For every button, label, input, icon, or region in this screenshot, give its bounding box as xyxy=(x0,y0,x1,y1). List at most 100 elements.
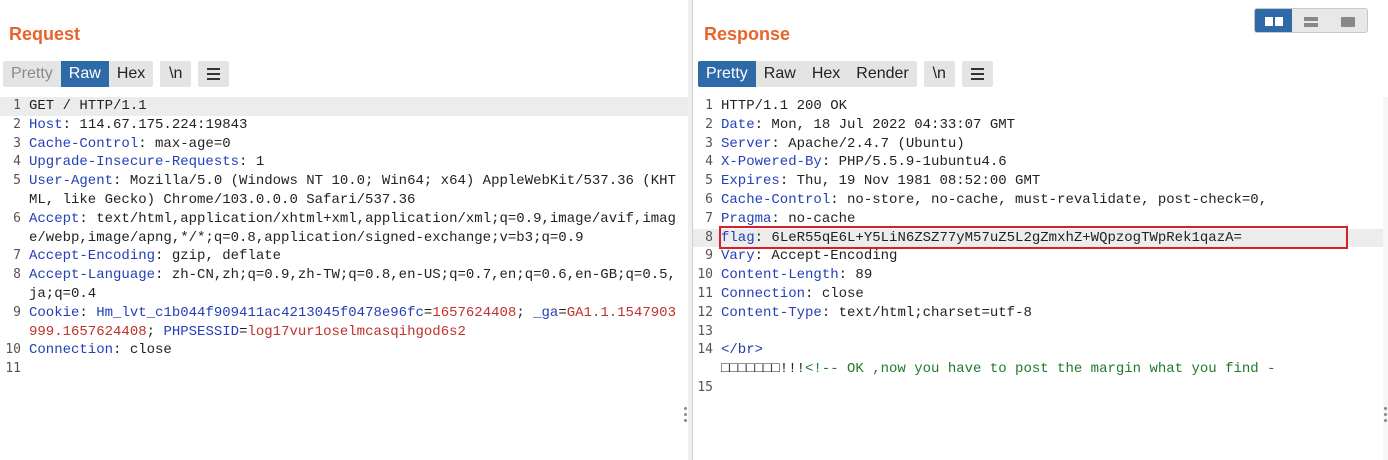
line-content[interactable] xyxy=(26,360,688,379)
line-content[interactable]: Cache-Control: max-age=0 xyxy=(26,135,688,154)
line-content[interactable]: </br> □□□□□□□!!!<!-- OK ,now you have to… xyxy=(718,341,1388,379)
line-content[interactable]: User-Agent: Mozilla/5.0 (Windows NT 10.0… xyxy=(26,172,688,210)
header-name: Cache-Control xyxy=(721,191,831,208)
cookie-name: _ga xyxy=(533,304,559,321)
code-line: 11 xyxy=(0,360,688,379)
newline-label: \n xyxy=(932,65,946,82)
line-content[interactable] xyxy=(718,323,1388,342)
line-number: 1 xyxy=(705,98,713,113)
line-content[interactable] xyxy=(718,379,1388,398)
header-value: 89 xyxy=(847,267,873,284)
header-value: text/html;charset=utf-8 xyxy=(830,304,1032,321)
tab-raw[interactable]: Raw xyxy=(60,61,109,87)
line-content[interactable]: Accept: text/html,application/xhtml+xml,… xyxy=(26,210,688,248)
header-name: X-Powered-By xyxy=(721,154,822,171)
line-content[interactable]: Content-Length: 89 xyxy=(718,266,1388,285)
line-content[interactable]: Cache-Control: no-store, no-cache, must-… xyxy=(718,191,1388,210)
request-newline-toggle[interactable]: \n xyxy=(160,61,192,87)
header-value: close xyxy=(813,285,864,302)
line-content[interactable]: Connection: close xyxy=(26,341,688,360)
header-name: Host xyxy=(29,116,63,133)
tab-hex[interactable]: Hex xyxy=(109,61,153,87)
request-toolbar: Pretty Raw Hex \n xyxy=(3,61,230,87)
code-line: 8 flag: 6LeR55qE6L+Y5LiN6ZSZ77yM57uZ5L2gZ… xyxy=(693,228,1388,248)
request-pane: Request Pretty Raw Hex \n 1 GET / HTTP/1.1 2… xyxy=(0,0,688,460)
line-number: 12 xyxy=(697,304,713,320)
line-content[interactable]: Pragma: no-cache xyxy=(718,210,1388,229)
line-content[interactable]: Accept-Language: zh-CN,zh;q=0.9,zh-TW;q=… xyxy=(26,266,688,304)
drag-handle-icon[interactable] xyxy=(1384,407,1387,422)
line-content[interactable]: flag: 6LeR55qE6L+Y5LiN6ZSZ77yM57uZ5L2gZm… xyxy=(718,229,1388,248)
side-by-side-icon xyxy=(1264,17,1283,26)
header-name: Upgrade-Insecure-Requests xyxy=(29,154,240,171)
line-number: 10 xyxy=(697,267,713,283)
code-line: 4 Upgrade-Insecure-Requests: 1 xyxy=(0,153,688,172)
header-name: Cookie xyxy=(29,304,80,321)
line-content[interactable]: Host: 114.67.175.224:19843 xyxy=(26,116,688,135)
hamburger-icon xyxy=(207,68,221,80)
header-name: Date xyxy=(721,116,755,133)
code-line: 2 Host: 114.67.175.224:19843 xyxy=(0,116,688,135)
line-number: 2 xyxy=(13,116,21,132)
header-value: Mon, 18 Jul 2022 04:33:07 GMT xyxy=(763,116,1016,133)
code-line: 1 HTTP/1.1 200 OK xyxy=(693,97,1388,116)
line-number: 8 xyxy=(705,229,713,245)
line-number: 3 xyxy=(705,135,713,151)
line-content[interactable]: GET / HTTP/1.1 xyxy=(26,97,688,116)
layout-stacked-button[interactable] xyxy=(1292,9,1329,32)
header-value: Accept-Encoding xyxy=(763,248,898,265)
tab-pretty[interactable]: Pretty xyxy=(698,61,756,87)
response-scrollbar[interactable] xyxy=(1383,97,1388,460)
tab-raw[interactable]: Raw xyxy=(756,61,804,87)
header-name: Pragma xyxy=(721,210,772,227)
line-content[interactable]: Connection: close xyxy=(718,285,1388,304)
line-content[interactable]: X-Powered-By: PHP/5.5.9-1ubuntu4.6 xyxy=(718,153,1388,172)
line-content[interactable]: Expires: Thu, 19 Nov 1981 08:52:00 GMT xyxy=(718,172,1388,191)
line-content[interactable]: HTTP/1.1 200 OK xyxy=(718,97,1388,116)
line-content[interactable]: Vary: Accept-Encoding xyxy=(718,247,1388,266)
header-name: Connection xyxy=(29,342,114,359)
code-line: 7 Accept-Encoding: gzip, deflate xyxy=(0,247,688,266)
tab-render[interactable]: Render xyxy=(848,61,916,87)
code-line: 5 Expires: Thu, 19 Nov 1981 08:52:00 GMT xyxy=(693,172,1388,191)
request-view-tabs: Pretty Raw Hex xyxy=(3,61,154,87)
request-title: Request xyxy=(9,24,81,44)
line-content[interactable]: Accept-Encoding: gzip, deflate xyxy=(26,247,688,266)
response-title: Response xyxy=(704,24,791,44)
tab-hex[interactable]: Hex xyxy=(804,61,848,87)
code-line: 11 Connection: close xyxy=(693,285,1388,304)
body-text: □□□□□□□!!! xyxy=(721,361,806,378)
response-newline-toggle[interactable]: \n xyxy=(923,61,955,87)
line-content[interactable]: Content-Type: text/html;charset=utf-8 xyxy=(718,304,1388,323)
response-menu-button[interactable] xyxy=(961,61,993,87)
line-content[interactable]: Server: Apache/2.4.7 (Ubuntu) xyxy=(718,135,1388,154)
line-number: 2 xyxy=(705,116,713,132)
header-value: close xyxy=(121,342,172,359)
response-editor[interactable]: 1 HTTP/1.1 200 OK 2 Date: Mon, 18 Jul 2022 … xyxy=(693,97,1388,460)
line-content[interactable]: Date: Mon, 18 Jul 2022 04:33:07 GMT xyxy=(718,116,1388,135)
request-editor[interactable]: 1 GET / HTTP/1.1 2 Host: 114.67.175.224:198… xyxy=(0,97,688,460)
line-content[interactable]: Cookie: Hm_lvt_c1b044f909411ac4213045f04… xyxy=(26,304,688,342)
code-line: 12 Content-Type: text/html;charset=utf-8 xyxy=(693,304,1388,323)
line-number: 6 xyxy=(705,191,713,207)
line-number: 11 xyxy=(5,361,21,377)
code-line: 6 Accept: text/html,application/xhtml+xml… xyxy=(0,210,688,248)
header-value: text/html,application/xhtml+xml,applicat… xyxy=(29,210,676,246)
layout-single-button[interactable] xyxy=(1330,9,1367,32)
cookie-name: PHPSESSID xyxy=(163,323,240,340)
header-name: Accept xyxy=(29,210,80,227)
header-value: PHP/5.5.9-1ubuntu4.6 xyxy=(830,154,1007,171)
hamburger-icon xyxy=(970,68,984,80)
line-number: 1 xyxy=(13,98,21,113)
drag-handle-icon[interactable] xyxy=(684,407,687,422)
tab-pretty[interactable]: Pretty xyxy=(3,61,61,87)
code-line: 10 Connection: close xyxy=(0,341,688,360)
newline-label: \n xyxy=(169,65,183,82)
request-menu-button[interactable] xyxy=(198,61,230,87)
header-value: no-store, no-cache, must-revalidate, pos… xyxy=(838,191,1268,208)
code-line: 3 Server: Apache/2.4.7 (Ubuntu) xyxy=(693,135,1388,154)
header-name: Connection xyxy=(721,285,806,302)
layout-side-by-side-button[interactable] xyxy=(1255,9,1293,32)
header-name: Expires xyxy=(721,173,780,190)
line-content[interactable]: Upgrade-Insecure-Requests: 1 xyxy=(26,153,688,172)
